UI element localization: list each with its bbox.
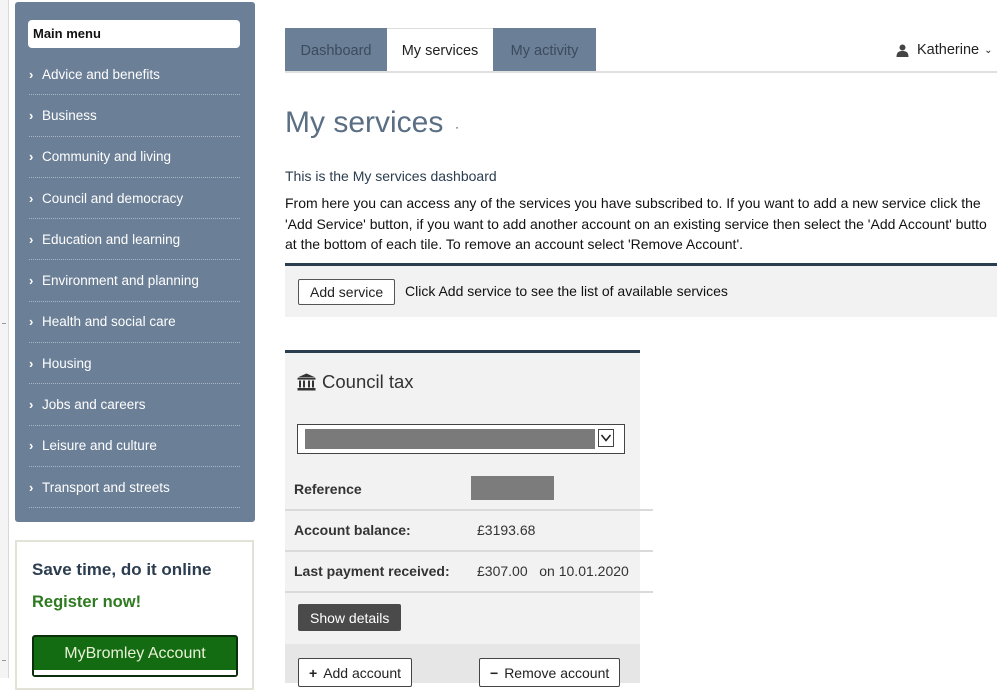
sidebar-item-environment-and-planning[interactable]: › Environment and planning (29, 260, 240, 302)
sidebar-item-label: Business (42, 107, 97, 123)
sidebar-item-leisure-and-culture[interactable]: › Leisure and culture (29, 426, 240, 467)
sidebar-item-education-and-learning[interactable]: › Education and learning (29, 219, 240, 261)
plus-icon: + (309, 664, 318, 681)
page-subheading: This is the My services dashboard (285, 168, 497, 184)
sidebar-item-housing[interactable]: › Housing (29, 343, 240, 385)
sidebar-nav: › Advice and benefits › Business › Communit… (29, 54, 240, 509)
chevron-right-icon: › (29, 355, 34, 371)
window-edge (0, 0, 9, 678)
card-title: Council tax (297, 371, 414, 393)
chevron-right-icon: › (29, 479, 34, 495)
chevron-right-icon: › (29, 107, 34, 123)
caret-down-icon: ⌄ (984, 44, 993, 56)
detail-row-reference: Reference (285, 470, 653, 511)
sidebar-item-label: Transport and streets (42, 479, 170, 495)
sidebar-item-label: Advice and benefits (42, 66, 160, 82)
add-account-button[interactable]: + Add account (298, 658, 413, 687)
tab-bar: Dashboard My services My activity (285, 28, 596, 73)
sidebar: Main menu › Advice and benefits › Business… (15, 2, 255, 522)
card-title-text: Council tax (322, 371, 414, 392)
detail-row-balance: Account balance: £3193.68 (285, 511, 653, 552)
sidebar-item-label: Health and social care (42, 314, 176, 330)
sidebar-item-label: Jobs and careers (42, 397, 146, 413)
promo-register-link[interactable]: Register now! (32, 593, 141, 612)
show-details-button[interactable]: Show details (298, 604, 402, 631)
add-service-hint: Click Add service to see the list of ava… (405, 283, 728, 299)
main-menu-heading[interactable]: Main menu (28, 20, 240, 48)
detail-value: £3193.68 (477, 522, 536, 538)
page-title: My services (285, 106, 444, 139)
sidebar-item-label: Leisure and culture (42, 438, 157, 454)
promo-box: Save time, do it online Register now! My… (15, 540, 254, 690)
user-menu[interactable]: Katherine ⌄ (896, 42, 992, 58)
page-description: From here you can access any of the serv… (285, 193, 997, 255)
sidebar-item-label: Council and democracy (42, 190, 184, 206)
detail-label: Last payment received: (294, 563, 450, 579)
add-account-label: Add account (323, 664, 402, 681)
chevron-right-icon: › (29, 149, 34, 165)
detail-row-last-payment: Last payment received: £307.00 on 10.01.… (285, 552, 653, 593)
sidebar-item-label: Housing (42, 355, 92, 371)
dropdown-arrow-icon[interactable] (598, 429, 614, 447)
minus-icon: − (490, 664, 499, 681)
sidebar-item-transport-and-streets[interactable]: › Transport and streets (29, 467, 240, 509)
tab-my-services[interactable]: My services (387, 28, 493, 73)
account-select[interactable] (297, 424, 625, 454)
description-line: From here you can access any of the serv… (285, 195, 981, 211)
user-icon (896, 44, 909, 57)
sidebar-item-jobs-and-careers[interactable]: › Jobs and careers (29, 384, 240, 426)
mybromley-account-label: MyBromley Account (64, 645, 206, 662)
sidebar-item-label: Education and learning (42, 231, 181, 247)
detail-value: £307.00 on 10.01.2020 (477, 563, 629, 579)
card-footer: + Add account − Remove account (285, 644, 640, 687)
add-service-panel: Add service Click Add service to see the… (285, 263, 997, 317)
bank-icon (297, 373, 316, 391)
promo-title: Save time, do it online (32, 560, 212, 579)
sidebar-item-council-and-democracy[interactable]: › Council and democracy (29, 178, 240, 220)
detail-label: Reference (294, 481, 362, 497)
edge-tick (2, 660, 6, 661)
chevron-right-icon: › (29, 190, 34, 206)
remove-account-label: Remove account (504, 664, 610, 681)
chevron-right-icon: › (29, 231, 34, 247)
tab-dashboard[interactable]: Dashboard (285, 28, 387, 73)
tab-underline (285, 71, 997, 73)
sidebar-item-community-and-living[interactable]: › Community and living (29, 137, 240, 178)
chevron-right-icon: › (29, 397, 34, 413)
tab-my-activity[interactable]: My activity (493, 28, 596, 73)
sidebar-item-advice-and-benefits[interactable]: › Advice and benefits (29, 54, 240, 96)
description-line: 'Add Service' button, if you want to add… (285, 215, 987, 232)
mybromley-account-button[interactable]: MyBromley Account (32, 635, 238, 677)
add-service-button[interactable]: Add service (298, 279, 396, 305)
account-select-value-redacted (305, 429, 595, 449)
description-line: at the bottom of each tile. To remove an… (285, 236, 744, 252)
account-details: Reference Account balance: £3193.68 Last… (285, 470, 653, 593)
chevron-right-icon: › (29, 314, 34, 330)
title-dot: · (455, 120, 459, 134)
chevron-right-icon: › (29, 438, 34, 454)
user-name: Katherine (917, 42, 980, 58)
sidebar-item-business[interactable]: › Business (29, 95, 240, 137)
remove-account-button[interactable]: − Remove account (479, 658, 621, 687)
button-edge (34, 670, 236, 675)
sidebar-item-label: Environment and planning (42, 273, 199, 289)
edge-tick (2, 323, 6, 324)
reference-value-redacted (471, 476, 554, 500)
detail-label: Account balance: (294, 522, 411, 538)
sidebar-item-health-and-social-care[interactable]: › Health and social care (29, 302, 240, 344)
sidebar-item-label: Community and living (42, 149, 172, 165)
chevron-right-icon: › (29, 273, 34, 289)
council-tax-card: Council tax Reference Account balance: £… (285, 350, 653, 687)
chevron-right-icon: › (29, 66, 34, 82)
